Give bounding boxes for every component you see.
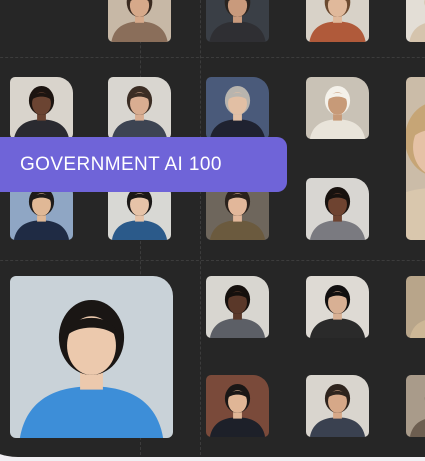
portrait-figure [309, 0, 366, 42]
portrait-photo [406, 375, 425, 437]
portrait-photo [306, 178, 369, 240]
portrait-photo [406, 77, 425, 240]
portrait-photo [306, 77, 369, 139]
portrait-figure [409, 0, 425, 42]
hero-graphic: GOVERNMENT AI 100 [0, 0, 425, 461]
portrait-photo [206, 0, 269, 42]
portrait-photo [306, 375, 369, 437]
portrait-photo [206, 276, 269, 338]
portrait-photo [306, 0, 369, 42]
grid-guide [0, 57, 425, 58]
portrait-photo [10, 276, 173, 438]
portrait-figure [209, 284, 266, 338]
portrait-photo [406, 0, 425, 42]
portrait-figure [309, 186, 366, 240]
portrait-photo [108, 77, 171, 139]
portrait-grid-panel [0, 0, 425, 457]
portrait-photo [206, 375, 269, 437]
portrait-figure [409, 396, 425, 437]
banner-title: GOVERNMENT AI 100 [20, 153, 222, 175]
portrait-photo [108, 0, 171, 42]
portrait-figure [209, 85, 266, 139]
portrait-photo [10, 77, 73, 139]
portrait-figure [111, 0, 168, 42]
portrait-photo [206, 77, 269, 139]
grid-guide [200, 0, 201, 457]
portrait-figure [309, 284, 366, 338]
portrait-figure [111, 85, 168, 139]
government-ai-100-banner: GOVERNMENT AI 100 [0, 137, 287, 192]
portrait-figure [209, 0, 266, 42]
portrait-figure [309, 85, 366, 139]
portrait-photo [306, 276, 369, 338]
grid-guide [0, 260, 425, 261]
portrait-figure [309, 383, 366, 437]
portrait-figure [13, 85, 70, 139]
portrait-photo [406, 276, 425, 338]
portrait-figure [409, 297, 425, 338]
portrait-figure [406, 104, 425, 240]
portrait-figure [19, 299, 164, 438]
portrait-figure [209, 383, 266, 437]
